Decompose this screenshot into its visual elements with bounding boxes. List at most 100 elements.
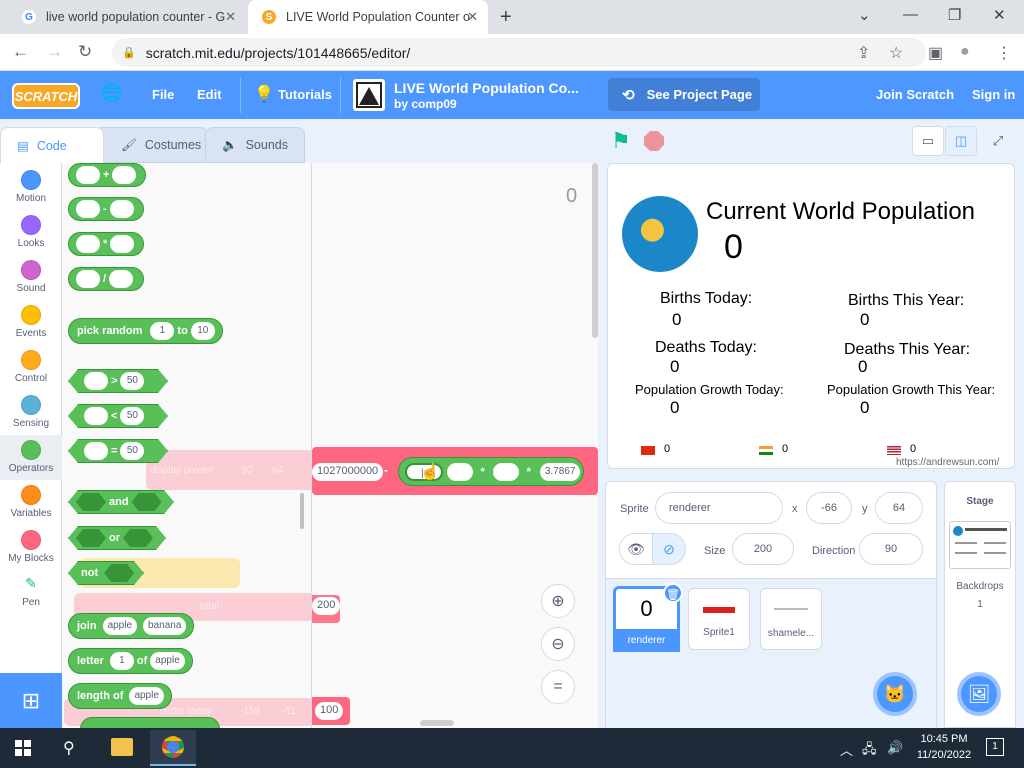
fullscreen-button[interactable]: ⤢	[982, 126, 1014, 156]
notifications-icon[interactable]: 1	[986, 738, 1004, 756]
windows-start-icon[interactable]	[15, 740, 31, 756]
slot[interactable]	[76, 270, 100, 288]
slot[interactable]	[109, 200, 134, 218]
slot[interactable]	[446, 462, 473, 481]
sign-in-button[interactable]: Sign in	[972, 87, 1015, 102]
clock-time[interactable]: 10:45 PM	[914, 733, 974, 745]
reload-icon[interactable]: ↻	[78, 42, 92, 62]
length-of-block[interactable]: length of apple	[68, 683, 172, 709]
script-vertical-scrollbar[interactable]	[592, 163, 598, 338]
category-pen[interactable]: ✎ Pen	[0, 575, 62, 617]
restore-button[interactable]: ❐	[948, 6, 961, 24]
slot[interactable]	[76, 166, 100, 184]
back-icon[interactable]: ←	[12, 42, 29, 62]
show-sprite-button[interactable]: 👁	[619, 533, 653, 565]
bool-slot[interactable]	[123, 529, 153, 547]
bool-slot[interactable]	[104, 564, 134, 582]
zoom-out-button[interactable]: ⊖	[541, 627, 575, 661]
file-menu[interactable]: File	[152, 87, 174, 102]
network-icon[interactable]: 🖧	[862, 740, 877, 762]
tab-search-icon[interactable]: ⌄	[858, 6, 871, 24]
compare-value[interactable]: 50	[120, 442, 144, 460]
green-flag-icon[interactable]: ⚑	[611, 128, 631, 154]
y-input[interactable]: 64	[875, 492, 923, 524]
edit-menu[interactable]: Edit	[197, 87, 222, 102]
red-block-value[interactable]: 200	[312, 597, 341, 615]
choose-backdrop-button[interactable]: 🖼	[957, 672, 1001, 716]
share-icon[interactable]: ⇪	[857, 43, 870, 63]
letter-word[interactable]: apple	[150, 652, 185, 670]
sprite-thumb-shameless[interactable]: shamele...	[760, 588, 822, 650]
slot[interactable]	[84, 372, 108, 390]
length-word[interactable]: apple	[129, 687, 164, 705]
direction-input[interactable]: 90	[859, 533, 923, 565]
slot[interactable]	[76, 200, 100, 218]
stop-sign-icon[interactable]	[644, 131, 664, 151]
pick-random-from[interactable]: 1	[150, 322, 175, 340]
close-tab-icon[interactable]: ✕	[467, 9, 478, 25]
tray-chevron-icon[interactable]: ︿	[840, 740, 853, 759]
new-tab-button[interactable]: +	[500, 6, 512, 29]
url-field[interactable]: 🔒 scratch.mit.edu/projects/101448665/edi…	[112, 38, 926, 67]
forward-icon[interactable]: →	[46, 42, 63, 62]
drag-number-input[interactable]: 1027000000	[312, 463, 384, 481]
tutorials-button[interactable]: Tutorials	[278, 87, 332, 102]
category-variables[interactable]: Variables	[0, 485, 62, 527]
add-block[interactable]: +	[68, 163, 146, 187]
category-sound[interactable]: Sound	[0, 260, 62, 302]
category-motion[interactable]: Motion	[0, 170, 62, 212]
file-explorer-icon[interactable]	[111, 738, 133, 756]
category-events[interactable]: Events	[0, 305, 62, 347]
tab-code[interactable]: ▤ Code	[0, 127, 104, 163]
slot[interactable]	[84, 407, 108, 425]
pick-random-block[interactable]: pick random 1 to 10	[68, 318, 223, 344]
join-input-a[interactable]: apple	[102, 617, 138, 635]
slot[interactable]	[109, 270, 134, 288]
multiply-block[interactable]: *	[68, 232, 144, 256]
script-horizontal-scrollbar[interactable]	[420, 720, 454, 726]
zoom-reset-button[interactable]: =	[541, 670, 575, 704]
partial-block[interactable]	[80, 717, 220, 728]
size-input[interactable]: 200	[732, 533, 794, 565]
bool-slot[interactable]	[76, 493, 106, 511]
browser-tab-google[interactable]: G live world population counter - G ✕	[8, 0, 246, 34]
stage-canvas[interactable]: Current World Population 0 Births Today:…	[607, 163, 1015, 469]
not-block[interactable]: not	[68, 561, 144, 585]
divide-block[interactable]: /	[68, 267, 144, 291]
slot[interactable]	[110, 235, 135, 253]
browser-tab-scratch[interactable]: S LIVE World Population Counter o ✕	[248, 0, 488, 34]
search-icon[interactable]: ⚲	[63, 738, 75, 758]
bool-slot[interactable]	[132, 493, 162, 511]
category-sensing[interactable]: Sensing	[0, 395, 62, 437]
sprite-name-input[interactable]: renderer	[655, 492, 783, 524]
scratch-logo[interactable]: SCRATCH	[12, 83, 80, 109]
language-globe-icon[interactable]: 🌐	[101, 83, 122, 103]
slot[interactable]	[492, 462, 519, 481]
choose-sprite-button[interactable]: 🐱	[873, 672, 917, 716]
greater-than-block[interactable]: >50	[68, 369, 168, 393]
category-looks[interactable]: Looks	[0, 215, 62, 257]
tab-costumes[interactable]: 🖌 Costumes	[94, 127, 208, 163]
less-than-block[interactable]: <50	[68, 404, 168, 428]
close-window-button[interactable]: ✕	[993, 6, 1006, 24]
side-panel-icon[interactable]: ▣	[928, 43, 943, 63]
join-scratch-button[interactable]: Join Scratch	[876, 87, 954, 102]
hide-sprite-button[interactable]: ⊘	[652, 533, 686, 565]
letter-index[interactable]: 1	[109, 652, 134, 670]
menu-kebab-icon[interactable]: ⋮	[996, 43, 1012, 63]
zoom-in-button[interactable]: ⊕	[541, 584, 575, 618]
slot[interactable]	[76, 235, 100, 253]
volume-icon[interactable]: 🔊	[887, 740, 903, 756]
project-title[interactable]: LIVE World Population Co...	[394, 80, 579, 96]
category-operators[interactable]: Operators	[0, 435, 62, 480]
compare-value[interactable]: 50	[120, 372, 144, 390]
minimize-button[interactable]: —	[903, 6, 918, 23]
red-block-value[interactable]: 100	[315, 702, 344, 720]
and-block[interactable]: and	[68, 490, 174, 514]
add-extension-button[interactable]: ⊞	[0, 673, 62, 728]
chrome-taskbar-button[interactable]	[150, 730, 196, 766]
x-input[interactable]: -66	[806, 492, 852, 524]
category-control[interactable]: Control	[0, 350, 62, 392]
join-input-b[interactable]: banana	[143, 617, 187, 635]
constant-input[interactable]: 3.7867	[539, 462, 581, 481]
